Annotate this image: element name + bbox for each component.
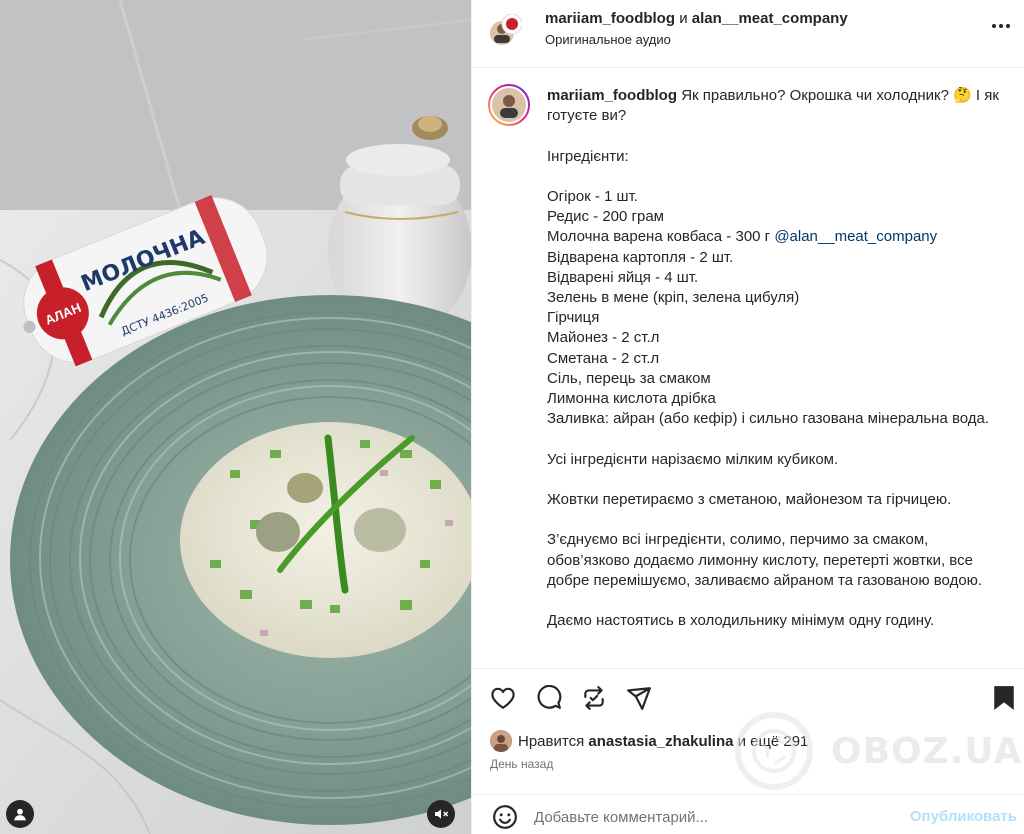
- ingredient-item: Редис - 200 грам: [547, 208, 664, 226]
- comment-bar: Опубликовать: [472, 794, 1024, 834]
- ingredient-item: Лимонна кислота дрібка: [547, 390, 716, 408]
- caption-author-avatar[interactable]: [488, 84, 530, 126]
- tagged-users-button[interactable]: [6, 800, 34, 828]
- recipe-step: Даємо настоятись в холодильнику мінімум …: [547, 612, 935, 630]
- recipe-step: Жовтки перетираємо з сметаною, майонезом…: [547, 491, 952, 508]
- mention-link[interactable]: @alan__meat_company: [774, 228, 937, 245]
- ingredient-item: Майонез - 2 ст.л: [547, 329, 660, 347]
- mute-icon: [435, 809, 449, 819]
- authors-conjunction: и: [679, 10, 688, 27]
- comment-input[interactable]: [534, 803, 894, 831]
- author-link[interactable]: mariiam_foodblog: [545, 10, 675, 27]
- recipe-step: З’єднуємо всі інгредієнти, солимо, перчи…: [547, 531, 983, 589]
- more-options-button[interactable]: [989, 14, 1013, 38]
- coauthor-avatars[interactable]: [488, 13, 523, 48]
- post-actions: [472, 668, 1024, 726]
- ingredient-item: Огірок - 1 шт.: [547, 187, 638, 205]
- ingredient-item: Сіль, перець за смаком: [547, 369, 711, 387]
- publish-button[interactable]: Опубликовать: [910, 808, 1017, 825]
- ingredient-item: Гірчиця: [547, 309, 600, 327]
- likes-count[interactable]: и ещё 291: [738, 733, 809, 750]
- audio-link[interactable]: Оригинальное аудио: [545, 32, 671, 47]
- caption-author-link[interactable]: mariiam_foodblog: [547, 87, 677, 104]
- caption-scroll-area[interactable]: mariiam_foodblog Як правильно? Окрошка ч…: [472, 68, 1024, 668]
- post-caption: mariiam_foodblog Як правильно? Окрошка ч…: [547, 86, 1007, 631]
- coauthor-link[interactable]: alan__meat_company: [692, 10, 848, 27]
- bookmark-icon: [994, 686, 1014, 710]
- like-button[interactable]: [490, 685, 516, 711]
- post-details-panel: mariiam_foodblog и alan__meat_company Ор…: [471, 0, 1024, 834]
- likes-prefix: Нравится: [518, 732, 585, 750]
- emoji-button[interactable]: [492, 804, 518, 830]
- share-button[interactable]: [626, 685, 652, 711]
- emoji-icon: [493, 805, 517, 829]
- post-media[interactable]: АЛАН МОЛОЧНА ДСТУ 4436:2005: [0, 0, 471, 834]
- liker-link[interactable]: anastasia_zhakulina: [588, 733, 733, 750]
- ingredient-item: Зелень в мене (кріп, зелена цибуля): [547, 289, 800, 306]
- post-authors: mariiam_foodblog и alan__meat_company: [545, 10, 848, 27]
- ingredient-item: Сметана - 2 ст.л: [547, 349, 660, 367]
- ingredient-item: Молочна варена ковбаса - 300 г: [547, 228, 771, 246]
- ingredient-item: Заливка: айран (або кефір) і сильно газо…: [547, 410, 990, 428]
- food-photo: АЛАН МОЛОЧНА ДСТУ 4436:2005: [0, 0, 471, 834]
- heart-icon: [491, 687, 515, 710]
- share-icon: [627, 687, 651, 710]
- more-icon: [992, 24, 1010, 28]
- mute-button[interactable]: [427, 800, 455, 828]
- ingredients-title: Інгредієнти:: [547, 147, 629, 165]
- recipe-step: Усі інгредієнти нарізаємо мілким кубиком…: [547, 450, 839, 468]
- repost-icon: [584, 686, 604, 710]
- save-button[interactable]: [992, 685, 1018, 711]
- liker-avatar: [490, 730, 512, 752]
- user-icon: [14, 808, 26, 821]
- ingredient-item: Відварена картопля - 2 шт.: [547, 248, 734, 266]
- comment-button[interactable]: [536, 684, 562, 711]
- post-timestamp[interactable]: День назад: [490, 757, 553, 771]
- repost-button[interactable]: [581, 685, 607, 711]
- likes-summary: Нравится anastasia_zhakulina и ещё 291: [490, 730, 808, 752]
- ingredient-item: Відварені яйця - 4 шт.: [547, 268, 699, 286]
- comment-icon: [537, 684, 562, 709]
- post-header: mariiam_foodblog и alan__meat_company Ор…: [472, 0, 1024, 68]
